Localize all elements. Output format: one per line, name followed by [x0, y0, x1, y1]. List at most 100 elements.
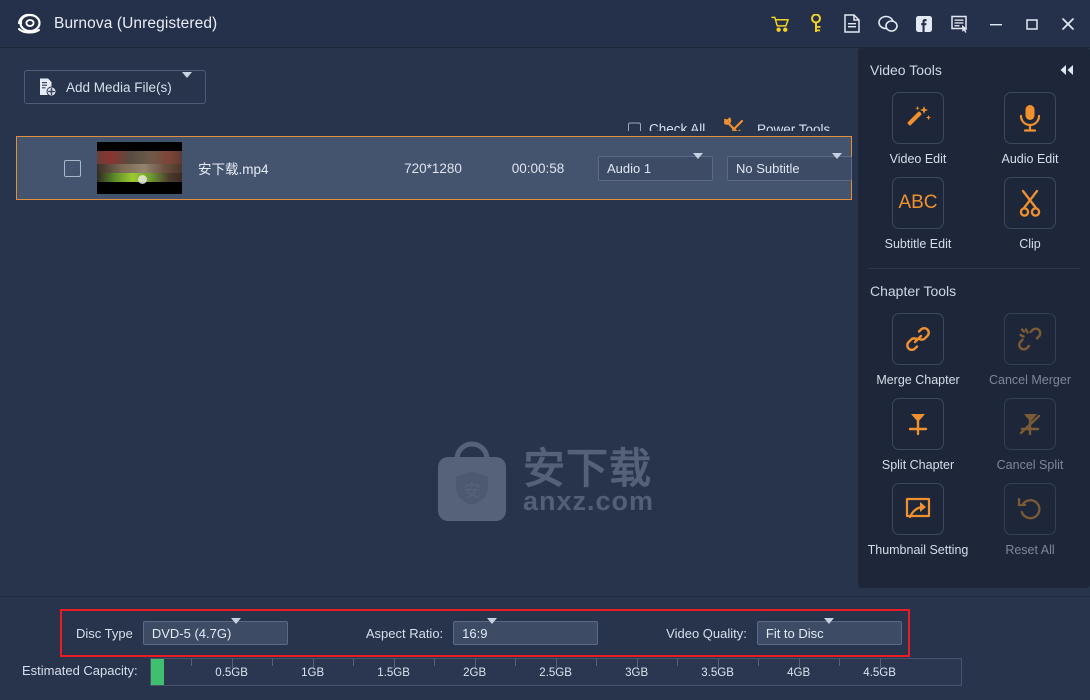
capacity-bar[interactable]: 0.5GB 1GB 1.5GB 2GB 2.5GB 3GB 3.5GB 4GB 4.5GB — [149, 658, 962, 686]
capacity-tick-label: 3.5GB — [701, 667, 734, 679]
aspect-ratio-select[interactable]: 16:9 — [453, 618, 599, 645]
tool-cancel-merger[interactable]: Cancel Merger — [974, 307, 1086, 392]
capacity-tick-label: 1.5GB — [377, 667, 410, 679]
burnova-window: Burnova (Unregistered) Add Media File(s)… — [0, 0, 1090, 700]
tool-thumbnail-setting[interactable]: Thumbnail Setting — [862, 477, 974, 562]
aspect-ratio-value: 16:9 — [462, 625, 488, 641]
row-checkbox[interactable] — [64, 159, 81, 177]
capacity-tick-label: 4GB — [787, 667, 811, 679]
chevron-down-icon — [231, 618, 242, 642]
magic-wand-icon — [892, 92, 944, 144]
capacity-minor-tick — [353, 659, 355, 666]
main-toolbar: Add Media File(s) Check All Power Tools — [0, 48, 858, 139]
chevron-down-icon — [823, 618, 834, 642]
tool-reset-all[interactable]: Reset All — [974, 477, 1086, 562]
table-row[interactable]: 安下载.mp4 720*1280 00:00:58 Audio 1 No Sub… — [16, 136, 869, 200]
watermark-en: anxz.com — [523, 486, 655, 516]
reset-arrow-icon — [1004, 483, 1056, 535]
collapse-panel-icon[interactable] — [1058, 64, 1076, 76]
video-quality-group: Video Quality: Fit to Disc — [666, 618, 902, 645]
capacity-minor-tick — [434, 659, 436, 666]
add-media-label: Add Media File(s) — [66, 79, 172, 95]
window-controls — [770, 14, 1078, 34]
video-tools-header: Video Tools — [858, 48, 1090, 80]
chevron-down-icon — [693, 153, 703, 177]
subtitle-select[interactable]: No Subtitle — [727, 153, 852, 181]
feedback-icon[interactable] — [950, 14, 970, 34]
aspect-ratio-label: Aspect Ratio: — [365, 625, 444, 641]
file-duration: 00:00:58 — [511, 160, 565, 176]
tool-subtitle-edit[interactable]: ABC Subtitle Edit — [862, 171, 974, 256]
chapter-tools-header: Chapter Tools — [858, 269, 1090, 301]
document-icon[interactable] — [842, 14, 862, 34]
tool-label: Clip — [1019, 237, 1041, 251]
tool-label: Reset All — [1005, 543, 1055, 557]
chevron-down-icon — [487, 618, 498, 642]
estimated-capacity: Estimated Capacity: 0.5GB 1GB 1.5GB 2GB 2.5G… — [0, 657, 1090, 697]
tool-label: Video Edit — [889, 152, 947, 166]
add-media-button[interactable]: Add Media File(s) — [24, 70, 206, 104]
file-name: 安下载.mp4 — [198, 162, 269, 177]
tool-label: Merge Chapter — [876, 373, 960, 387]
capacity-minor-tick — [839, 659, 841, 666]
tool-label: Thumbnail Setting — [867, 543, 969, 557]
cart-icon[interactable] — [770, 14, 790, 34]
capacity-minor-tick — [515, 659, 517, 666]
capacity-tick-label: 3GB — [625, 667, 649, 679]
thumbnail-icon — [892, 483, 944, 535]
subtitle-value: No Subtitle — [736, 160, 800, 176]
capacity-label: Estimated Capacity: — [22, 663, 138, 678]
bottom-bar: Disc Type DVD-5 (4.7G) Aspect Ratio: 16:… — [0, 596, 1090, 700]
capacity-tick-label: 2GB — [463, 667, 487, 679]
media-file-list: 安下载.mp4 720*1280 00:00:58 Audio 1 No Sub… — [0, 131, 869, 596]
tool-split-chapter[interactable]: Split Chapter — [862, 392, 974, 477]
file-resolution: 720*1280 — [404, 160, 462, 176]
watermark-text: 安下载 anxz.com — [523, 447, 655, 516]
capacity-tick-label: 1GB — [301, 667, 325, 679]
facebook-icon[interactable] — [914, 14, 934, 34]
chevron-down-icon — [832, 153, 842, 177]
disc-type-group: Disc Type DVD-5 (4.7G) — [76, 618, 288, 645]
badge-char: 安 — [464, 482, 481, 502]
tool-cancel-split[interactable]: Cancel Split — [974, 392, 1086, 477]
minimize-icon[interactable] — [986, 14, 1006, 34]
burnova-logo-icon — [14, 9, 44, 39]
tool-video-edit[interactable]: Video Edit — [862, 86, 974, 171]
disc-settings-panel: Disc Type DVD-5 (4.7G) Aspect Ratio: 16:… — [60, 609, 910, 657]
scissors-icon — [1004, 177, 1056, 229]
tool-label: Split Chapter — [881, 458, 955, 472]
audio-track-select[interactable]: Audio 1 — [598, 153, 713, 181]
tool-audio-edit[interactable]: Audio Edit — [974, 86, 1086, 171]
maximize-icon[interactable] — [1022, 14, 1042, 34]
capacity-tick-label: 2.5GB — [539, 667, 572, 679]
key-icon[interactable] — [806, 14, 826, 34]
video-quality-select[interactable]: Fit to Disc — [756, 618, 902, 645]
capacity-minor-tick — [758, 659, 760, 666]
title-bar: Burnova (Unregistered) — [0, 0, 1090, 48]
video-thumbnail — [97, 142, 182, 194]
anxz-bag-logo-icon: 安 — [433, 437, 511, 525]
tool-merge-chapter[interactable]: Merge Chapter — [862, 307, 974, 392]
capacity-fill — [150, 659, 164, 685]
audio-track-value: Audio 1 — [607, 160, 652, 176]
chevron-down-icon — [182, 72, 192, 96]
tools-sidebar: Video Tools Video Edit Audio Edit ABC Su… — [858, 48, 1090, 588]
tool-label: Cancel Split — [996, 458, 1064, 472]
tool-label: Subtitle Edit — [884, 237, 952, 251]
video-quality-label: Video Quality: — [666, 625, 747, 641]
chapter-tools-grid: Merge Chapter Cancel Merger Split Chapte… — [858, 301, 1090, 572]
capacity-minor-tick — [677, 659, 679, 666]
disc-type-select[interactable]: DVD-5 (4.7G) — [142, 618, 288, 645]
aspect-ratio-group: Aspect Ratio: 16:9 — [365, 618, 599, 645]
tool-clip[interactable]: Clip — [974, 171, 1086, 256]
capacity-minor-tick — [272, 659, 274, 666]
capacity-minor-tick — [596, 659, 598, 666]
chat-icon[interactable] — [878, 14, 898, 34]
microphone-icon — [1004, 92, 1056, 144]
section-title: Chapter Tools — [870, 283, 957, 299]
disc-type-value: DVD-5 (4.7G) — [151, 625, 232, 641]
close-icon[interactable] — [1058, 14, 1078, 34]
broken-chain-icon — [1004, 313, 1056, 365]
video-tools-grid: Video Edit Audio Edit ABC Subtitle Edit — [858, 80, 1090, 266]
link-chain-icon — [892, 313, 944, 365]
